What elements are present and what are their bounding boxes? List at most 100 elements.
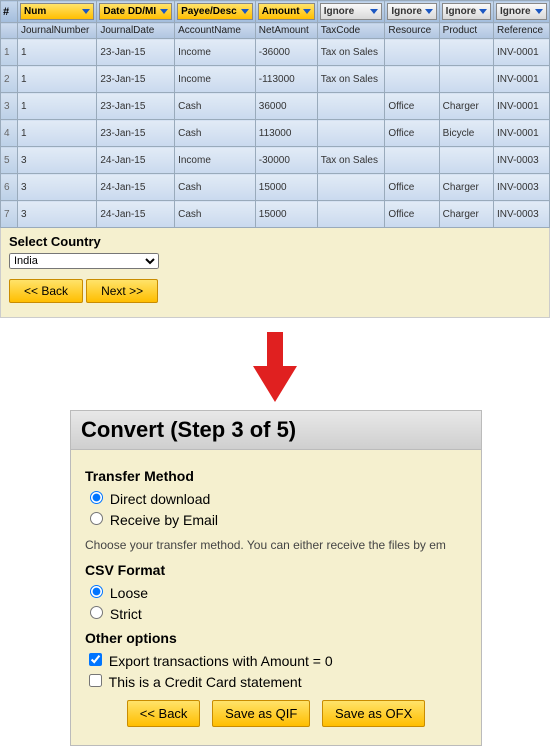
- cell: 23-Jan-15: [97, 93, 175, 120]
- cell: Office: [385, 201, 439, 228]
- src-col-6: Product: [439, 23, 493, 39]
- cell: -30000: [255, 147, 317, 174]
- col-map-3[interactable]: Amount: [258, 3, 315, 20]
- csv-format-label: CSV Format: [85, 562, 467, 578]
- save-ofx-button[interactable]: Save as OFX: [322, 700, 425, 727]
- cell: 3: [18, 174, 97, 201]
- radio-direct-download[interactable]: Direct download: [85, 488, 467, 507]
- transfer-method-label: Transfer Method: [85, 468, 467, 484]
- row-number: 3: [1, 93, 18, 120]
- cell: Bicycle: [439, 120, 493, 147]
- cell: 23-Jan-15: [97, 120, 175, 147]
- cell: -113000: [255, 66, 317, 93]
- cell: Income: [175, 147, 256, 174]
- cell: Cash: [175, 120, 256, 147]
- source-header-row: JournalNumber JournalDate AccountName Ne…: [1, 23, 550, 39]
- col-map-1[interactable]: Date DD/MI: [99, 3, 172, 20]
- next-button[interactable]: Next >>: [86, 279, 158, 303]
- cell: [385, 39, 439, 66]
- src-col-0: JournalNumber: [18, 23, 97, 39]
- cell: [385, 66, 439, 93]
- row-number: 4: [1, 120, 18, 147]
- src-col-3: NetAmount: [255, 23, 317, 39]
- panel-title: Convert (Step 3 of 5): [71, 411, 481, 450]
- cell: INV-0001: [493, 93, 549, 120]
- cell: Tax on Sales: [317, 66, 385, 93]
- cell: 15000: [255, 174, 317, 201]
- cell: INV-0003: [493, 147, 549, 174]
- cell: 113000: [255, 120, 317, 147]
- cell: INV-0001: [493, 39, 549, 66]
- col-map-5[interactable]: Ignore: [387, 3, 436, 20]
- cell: [439, 39, 493, 66]
- cell: INV-0001: [493, 120, 549, 147]
- cell: [317, 174, 385, 201]
- check-export-zero[interactable]: Export transactions with Amount = 0: [85, 650, 467, 669]
- src-col-1: JournalDate: [97, 23, 175, 39]
- chevron-down-icon: [479, 9, 487, 14]
- row-number: 7: [1, 201, 18, 228]
- table-row: 6324-Jan-15Cash15000OfficeChargerINV-000…: [1, 174, 550, 201]
- table-row: 3123-Jan-15Cash36000OfficeChargerINV-000…: [1, 93, 550, 120]
- col-map-7[interactable]: Ignore: [496, 3, 547, 20]
- cell: 36000: [255, 93, 317, 120]
- row-number: 1: [1, 39, 18, 66]
- cell: 23-Jan-15: [97, 39, 175, 66]
- cell: 15000: [255, 201, 317, 228]
- chevron-down-icon: [160, 9, 168, 14]
- check-credit-card[interactable]: This is a Credit Card statement: [85, 671, 467, 690]
- cell: INV-0001: [493, 66, 549, 93]
- cell: Office: [385, 120, 439, 147]
- cell: 1: [18, 39, 97, 66]
- table-row: 1123-Jan-15Income-36000Tax on SalesINV-0…: [1, 39, 550, 66]
- country-select[interactable]: India: [9, 253, 159, 269]
- country-section: Select Country India << Back Next >>: [0, 228, 550, 318]
- other-options-label: Other options: [85, 630, 467, 646]
- chevron-down-icon: [425, 9, 433, 14]
- src-col-2: AccountName: [175, 23, 256, 39]
- row-number: 2: [1, 66, 18, 93]
- radio-direct-input[interactable]: [90, 491, 103, 504]
- radio-email-input[interactable]: [90, 512, 103, 525]
- radio-strict-input[interactable]: [90, 606, 103, 619]
- cell: Charger: [439, 201, 493, 228]
- row-number: 6: [1, 174, 18, 201]
- chevron-down-icon: [535, 9, 543, 14]
- cell: [439, 147, 493, 174]
- country-label: Select Country: [9, 234, 541, 249]
- cell: Charger: [439, 93, 493, 120]
- chevron-down-icon: [303, 9, 311, 14]
- cell: Tax on Sales: [317, 147, 385, 174]
- chevron-down-icon: [370, 9, 378, 14]
- rownum-header: #: [1, 1, 18, 23]
- back-button[interactable]: << Back: [9, 279, 83, 303]
- radio-loose[interactable]: Loose: [85, 582, 467, 601]
- table-row: 2123-Jan-15Income-113000Tax on SalesINV-…: [1, 66, 550, 93]
- row-number: 5: [1, 147, 18, 174]
- radio-loose-input[interactable]: [90, 585, 103, 598]
- radio-receive-email[interactable]: Receive by Email: [85, 509, 467, 528]
- col-map-0[interactable]: Num: [20, 3, 94, 20]
- cell: 24-Jan-15: [97, 201, 175, 228]
- save-qif-button[interactable]: Save as QIF: [212, 700, 310, 727]
- chevron-down-icon: [82, 9, 90, 14]
- step3-back-button[interactable]: << Back: [127, 700, 201, 727]
- cell: Cash: [175, 201, 256, 228]
- cell: INV-0003: [493, 174, 549, 201]
- cell: [317, 93, 385, 120]
- src-col-5: Resource: [385, 23, 439, 39]
- src-col-7: Reference: [493, 23, 549, 39]
- check-cc-input[interactable]: [89, 674, 102, 687]
- cell: Income: [175, 66, 256, 93]
- cell: [439, 66, 493, 93]
- cell: 24-Jan-15: [97, 147, 175, 174]
- check-zero-input[interactable]: [89, 653, 102, 666]
- cell: 24-Jan-15: [97, 174, 175, 201]
- table-row: 7324-Jan-15Cash15000OfficeChargerINV-000…: [1, 201, 550, 228]
- radio-strict[interactable]: Strict: [85, 603, 467, 622]
- col-map-4[interactable]: Ignore: [320, 3, 383, 20]
- col-map-2[interactable]: Payee/Desc: [177, 3, 253, 20]
- col-map-6[interactable]: Ignore: [442, 3, 491, 20]
- src-col-4: TaxCode: [317, 23, 385, 39]
- cell: Charger: [439, 174, 493, 201]
